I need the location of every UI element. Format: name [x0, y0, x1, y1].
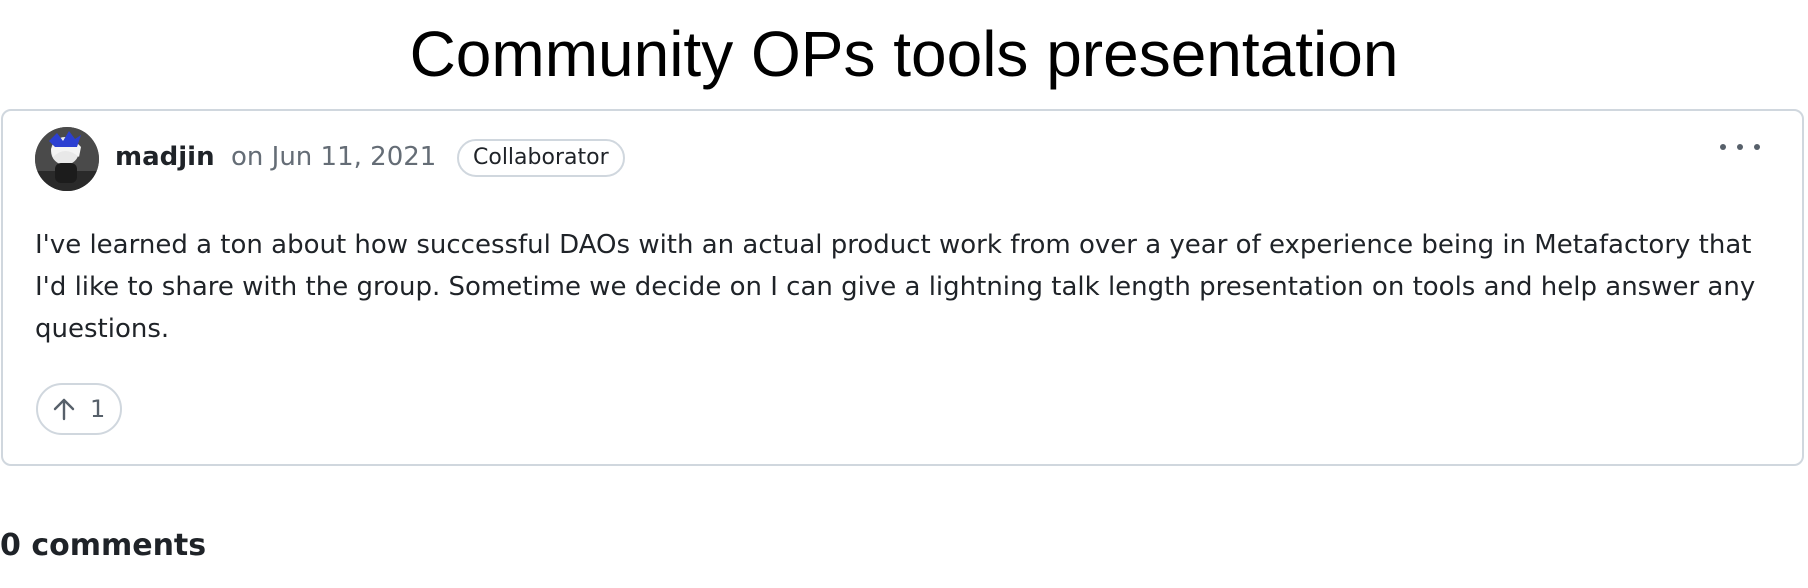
kebab-dot — [1737, 144, 1743, 150]
upvote-count: 1 — [90, 395, 106, 423]
post-card: madjin on Jun 11, 2021 Collaborator I've… — [1, 109, 1804, 466]
avatar-image — [35, 127, 99, 191]
post-date[interactable]: on Jun 11, 2021 — [231, 139, 436, 175]
author-link[interactable]: madjin — [115, 139, 215, 175]
more-options-button[interactable] — [1720, 135, 1760, 159]
comments-heading: 0 comments — [0, 528, 207, 563]
discussion-page: Community OPs tools presentation madjin … — [0, 0, 1808, 588]
arrow-up-icon — [53, 398, 75, 421]
post-body: I've learned a ton about how successful … — [35, 230, 1756, 344]
page-title: Community OPs tools presentation — [409, 18, 1399, 90]
kebab-horizontal-icon — [1720, 144, 1726, 150]
kebab-dot — [1754, 144, 1760, 150]
avatar[interactable] — [35, 127, 99, 191]
role-badge: Collaborator — [457, 139, 625, 177]
upvote-button[interactable]: 1 — [36, 383, 122, 435]
